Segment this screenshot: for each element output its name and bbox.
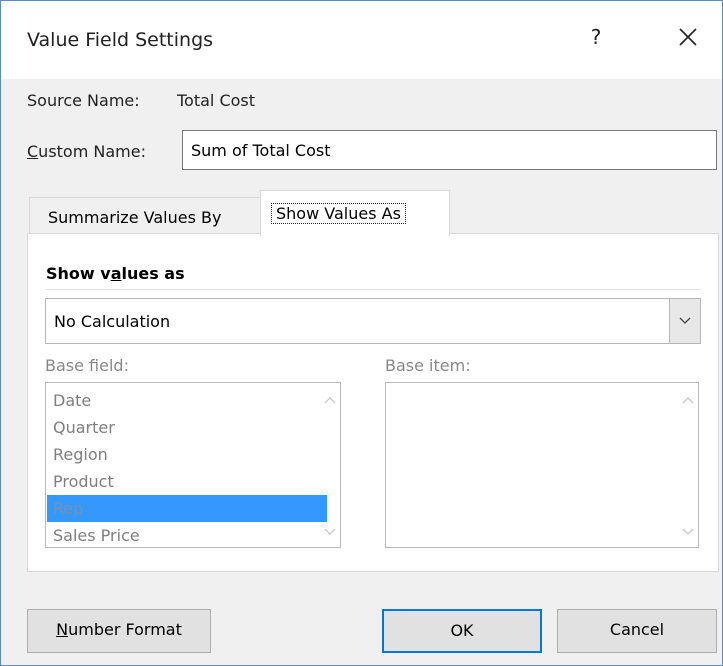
tab-summarize-values-by-label: Summarize Values By <box>48 208 222 227</box>
section-title-mnemonic: a <box>110 264 122 283</box>
custom-name-label-mnemonic: C <box>27 142 39 161</box>
base-item-scrollbar[interactable] <box>679 384 697 546</box>
scroll-up-icon[interactable] <box>682 396 694 404</box>
dialog-title: Value Field Settings <box>27 29 214 51</box>
number-format-mnemonic: N <box>56 620 69 639</box>
number-format-label: umber Format <box>68 620 182 639</box>
list-item[interactable]: Quarter <box>47 414 327 441</box>
base-field-label: Base field: <box>45 356 129 375</box>
base-field-items: Date Quarter Region Product Rep Sales Pr… <box>47 387 327 547</box>
help-button[interactable]: ? <box>586 25 606 49</box>
close-button[interactable] <box>673 21 703 51</box>
list-item[interactable]: Date <box>47 387 327 414</box>
tab-show-values-as[interactable]: Show Values As <box>260 190 450 236</box>
value-field-settings-dialog: Value Field Settings ? Source Name: Tota… <box>0 0 723 666</box>
base-item-label: Base item: <box>385 356 471 375</box>
base-field-list[interactable]: Date Quarter Region Product Rep Sales Pr… <box>45 382 341 548</box>
source-name-label: Source Name: <box>27 91 140 110</box>
show-values-as-panel: Show values as No Calculation Base field… <box>27 233 719 572</box>
chevron-down-icon <box>679 317 691 324</box>
scroll-down-icon[interactable] <box>324 528 336 536</box>
tab-show-values-as-label: Show Values As <box>271 203 406 224</box>
custom-name-label-rest: ustom Name: <box>38 142 146 161</box>
custom-name-value: Sum of Total Cost <box>191 141 331 160</box>
list-item-selected[interactable]: Rep <box>47 495 327 522</box>
ok-button[interactable]: OK <box>382 609 542 653</box>
list-item[interactable]: Region <box>47 441 327 468</box>
scroll-up-icon[interactable] <box>324 396 336 404</box>
tab-summarize-values-by[interactable]: Summarize Values By <box>29 197 263 234</box>
title-bar: Value Field Settings ? <box>1 1 722 79</box>
number-format-button[interactable]: Number Format <box>27 609 211 653</box>
base-item-list[interactable] <box>385 382 699 548</box>
list-item[interactable]: Sales Price <box>47 522 327 547</box>
custom-name-input[interactable]: Sum of Total Cost <box>182 130 717 170</box>
section-title: Show values as <box>46 264 185 283</box>
custom-name-label: Custom Name: <box>27 142 146 161</box>
list-item[interactable]: Product <box>47 468 327 495</box>
close-icon <box>679 28 697 46</box>
cancel-button[interactable]: Cancel <box>557 609 717 653</box>
section-title-pre: Show v <box>46 264 111 283</box>
source-name-value: Total Cost <box>177 91 256 110</box>
section-divider <box>46 289 701 290</box>
dropdown-button[interactable] <box>669 299 700 343</box>
base-field-scrollbar[interactable] <box>321 384 339 546</box>
show-values-as-dropdown[interactable]: No Calculation <box>45 298 701 344</box>
section-title-post: lues as <box>121 264 185 283</box>
calculation-value: No Calculation <box>54 312 171 331</box>
scroll-down-icon[interactable] <box>682 528 694 536</box>
